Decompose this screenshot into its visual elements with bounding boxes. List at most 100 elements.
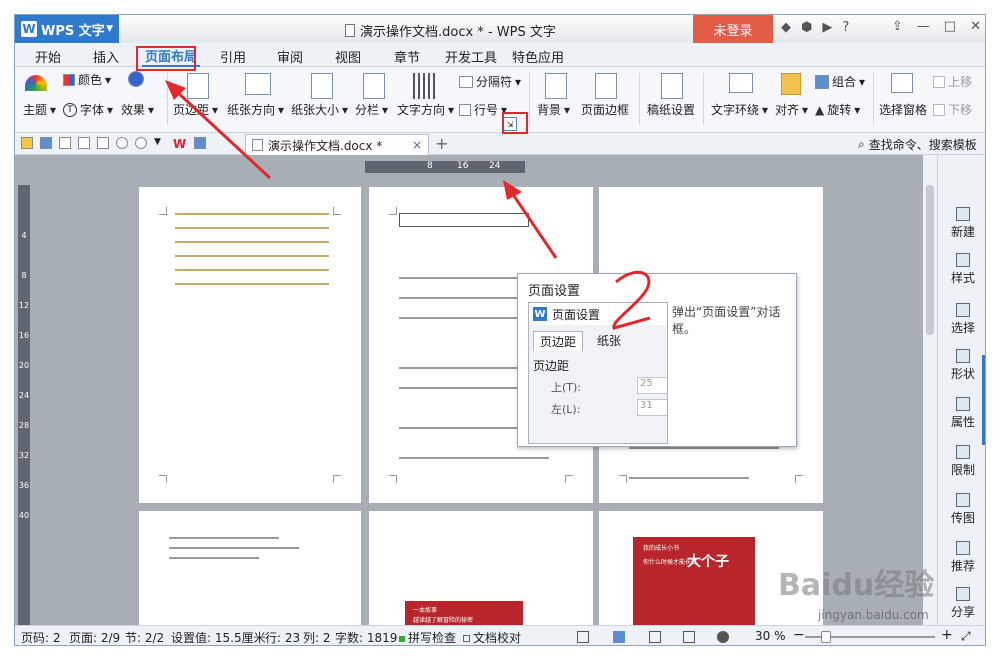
text-direction-button[interactable]: 文字方向 ▾: [397, 101, 454, 118]
effect-button[interactable]: 效果 ▾: [121, 101, 154, 118]
font-button[interactable]: T 字体 ▾: [63, 101, 113, 118]
line-number-button[interactable]: 行号 ▾: [459, 101, 507, 118]
save-icon[interactable]: [40, 137, 52, 149]
app-menu-button[interactable]: W WPS 文字 ▼: [15, 15, 119, 43]
columns-icon: [363, 73, 385, 99]
orientation-button[interactable]: 纸张方向 ▾: [227, 101, 284, 118]
dropdown-icon[interactable]: ▼: [154, 137, 166, 149]
group-button[interactable]: 组合 ▾: [815, 73, 865, 90]
restrict-button[interactable]: 限制: [938, 445, 985, 478]
word-count[interactable]: 字数: 1819: [335, 629, 397, 645]
page-thumbnail[interactable]: 一本故事 越读越了解冒险的秘密: [369, 511, 593, 625]
protect-eye-icon[interactable]: [717, 631, 729, 643]
zoom-out-button[interactable]: −: [793, 627, 805, 643]
spell-check-toggle[interactable]: 拼写检查: [399, 629, 456, 645]
wps-logo-icon: W: [533, 307, 547, 321]
property-button[interactable]: 属性: [938, 397, 985, 430]
login-button[interactable]: 未登录: [693, 15, 773, 43]
shape-button[interactable]: 形状: [938, 349, 985, 382]
maximize-button[interactable]: □: [944, 19, 956, 34]
status-bar: 页码: 2 页面: 2/9 节: 2/2 设置值: 15.5厘米 行: 23 列…: [15, 625, 985, 645]
zoom-slider-handle[interactable]: [821, 631, 831, 643]
vertical-scrollbar[interactable]: [923, 155, 937, 625]
skin-icon[interactable]: ◆: [781, 20, 791, 35]
open-icon[interactable]: [21, 137, 33, 149]
margin-button[interactable]: 页边距 ▾: [173, 101, 218, 118]
restore-icon[interactable]: ⇪: [892, 19, 903, 34]
move-down-button[interactable]: 下移: [933, 101, 972, 118]
close-tab-icon[interactable]: ×: [412, 138, 422, 152]
feedback-icon[interactable]: ▶: [822, 20, 832, 35]
columns-button[interactable]: 分栏 ▾: [355, 101, 388, 118]
new-tab-button[interactable]: +: [435, 134, 448, 153]
tab-chapter[interactable]: 章节: [394, 47, 420, 66]
share-icon: [956, 587, 970, 601]
recommend-button[interactable]: 推荐: [938, 541, 985, 574]
cloud-icon[interactable]: [194, 137, 206, 149]
page-view-icon[interactable]: [613, 631, 625, 643]
web-view-icon[interactable]: [683, 631, 695, 643]
redo-icon[interactable]: [135, 137, 147, 149]
page-thumbnail[interactable]: [139, 511, 361, 625]
manuscript-icon: [661, 73, 683, 99]
move-up-button[interactable]: 上移: [933, 73, 972, 90]
circle-button[interactable]: [128, 71, 144, 87]
separator-button[interactable]: 分隔符 ▾: [459, 73, 521, 90]
background-icon: [545, 73, 567, 99]
tab-view[interactable]: 视图: [335, 47, 361, 66]
select-label: 选择: [950, 321, 975, 335]
select-button[interactable]: 选择: [938, 303, 985, 336]
preview-icon[interactable]: [97, 137, 109, 149]
select-pane-button[interactable]: 选择窗格: [879, 101, 927, 118]
manuscript-button[interactable]: 稿纸设置: [647, 101, 695, 118]
zoom-level[interactable]: 30 %: [755, 629, 786, 643]
tab-special[interactable]: 特色应用: [512, 47, 564, 66]
share-button[interactable]: 分享: [938, 587, 985, 620]
tab-references[interactable]: 引用: [220, 47, 246, 66]
tab-start[interactable]: 开始: [35, 47, 61, 66]
minimize-button[interactable]: —: [917, 19, 930, 34]
page-count[interactable]: 页面: 2/9: [69, 629, 120, 645]
proofread-toggle[interactable]: 文档校对: [463, 629, 521, 645]
print-icon[interactable]: [78, 137, 90, 149]
tab-review[interactable]: 审阅: [277, 47, 303, 66]
export-pdf-icon[interactable]: [59, 137, 71, 149]
panel-toggle[interactable]: [982, 355, 985, 445]
wrap-button[interactable]: 文字环绕 ▾: [711, 101, 768, 118]
fit-icon[interactable]: ⤢: [961, 629, 971, 644]
chevron-down-icon: ▾: [148, 102, 155, 117]
command-search-text: 查找命令、搜索模板: [868, 138, 977, 152]
document-tab[interactable]: 演示操作文档.docx * ×: [245, 134, 429, 155]
page-border-button[interactable]: 页面边框: [581, 101, 629, 118]
fullscreen-icon[interactable]: [577, 631, 589, 643]
outline-view-icon[interactable]: [649, 631, 661, 643]
window-title-text: 演示操作文档.docx * - WPS 文字: [360, 25, 556, 40]
upload-image-button[interactable]: 传图: [938, 493, 985, 526]
section-indicator: 节: 2/2: [125, 631, 165, 645]
zoom-in-button[interactable]: +: [941, 627, 953, 643]
size-button[interactable]: 纸张大小 ▾: [291, 101, 348, 118]
command-search[interactable]: ⌕ 查找命令、搜索模板: [858, 136, 977, 153]
rotate-button[interactable]: ▲ 旋转 ▾: [815, 101, 860, 118]
wps-icon[interactable]: W: [173, 137, 187, 151]
tab-insert[interactable]: 插入: [93, 47, 119, 66]
restrict-icon: [956, 445, 970, 459]
cover-text: 我的成长小书: [643, 545, 680, 552]
page-thumbnail[interactable]: [139, 187, 361, 503]
new-button[interactable]: 新建: [938, 207, 985, 240]
text-direction-icon: [413, 73, 435, 99]
theme-button[interactable]: 主题 ▾: [23, 101, 56, 118]
close-button[interactable]: ✕: [970, 19, 981, 34]
settings-icon[interactable]: ⬢: [801, 20, 812, 35]
color-button[interactable]: 颜色 ▾: [63, 71, 111, 88]
recommend-label: 推荐: [950, 559, 975, 573]
document-icon: [345, 24, 355, 37]
help-icon[interactable]: ?: [842, 20, 849, 35]
style-button[interactable]: 样式: [938, 253, 985, 286]
theme-icon[interactable]: [25, 75, 47, 91]
undo-icon[interactable]: [116, 137, 128, 149]
align-button[interactable]: 对齐 ▾: [775, 101, 808, 118]
tab-developer[interactable]: 开发工具: [445, 47, 497, 66]
background-button[interactable]: 背景 ▾: [537, 101, 570, 118]
ruler-label: 4: [21, 231, 27, 240]
